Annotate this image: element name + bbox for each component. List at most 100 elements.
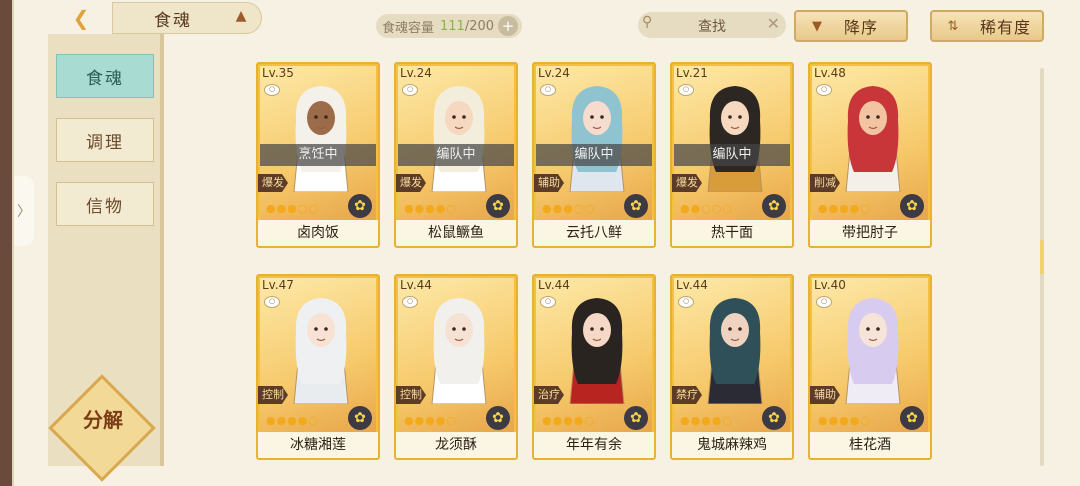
role-badge: 爆发	[396, 174, 426, 192]
star-rating: ●●●○○	[266, 202, 319, 215]
level-label: Lv.44	[538, 278, 570, 292]
character-name: 卤肉饭	[258, 220, 378, 246]
food-soul-card[interactable]: Lv.44 ○ 治疗 ●●●●○ ✿ 年年有余	[532, 274, 656, 460]
status-badge: 编队中	[674, 144, 790, 166]
osmanthus-icon: ✿	[486, 194, 510, 218]
tab-cooking[interactable]: 调理	[56, 118, 154, 162]
hat-icon[interactable]: ▲	[230, 8, 252, 24]
level-label: Lv.44	[676, 278, 708, 292]
status-badge: 烹饪中	[260, 144, 376, 166]
character-figure-icon	[569, 298, 625, 404]
character-figure-icon	[431, 298, 487, 404]
osmanthus-icon: ✿	[762, 406, 786, 430]
star-rating: ●●●●○	[542, 414, 595, 427]
star-rating: ●●●●○	[818, 202, 871, 215]
role-badge: 辅助	[810, 386, 840, 404]
character-figure-icon	[293, 86, 349, 192]
food-soul-card[interactable]: Lv.44 ○ 控制 ●●●●○ ✿ 龙须酥	[394, 274, 518, 460]
star-rating: ●●●●○	[404, 202, 457, 215]
sort-rarity-button[interactable]: ⇅ 稀有度	[930, 10, 1044, 42]
character-name: 鬼城麻辣鸡	[672, 432, 792, 458]
capacity-add-button[interactable]: +	[498, 16, 518, 36]
capacity-display: 食魂容量 111 /200 +	[376, 14, 522, 38]
character-name: 带把肘子	[810, 220, 930, 246]
scrollbar-thumb[interactable]	[1040, 240, 1044, 274]
star-rating: ●●○○○	[680, 202, 733, 215]
osmanthus-icon: ✿	[900, 406, 924, 430]
pin-icon[interactable]: ○	[402, 296, 418, 308]
pin-icon[interactable]: ○	[678, 84, 694, 96]
role-badge: 爆发	[672, 174, 702, 192]
level-label: Lv.21	[676, 66, 708, 80]
level-label: Lv.24	[400, 66, 432, 80]
level-label: Lv.35	[262, 66, 294, 80]
character-name: 年年有余	[534, 432, 654, 458]
level-label: Lv.48	[814, 66, 846, 80]
tab-keepsake[interactable]: 信物	[56, 182, 154, 226]
food-soul-card[interactable]: Lv.40 ○ 辅助 ●●●●○ ✿ 桂花酒	[808, 274, 932, 460]
character-figure-icon	[431, 86, 487, 192]
food-soul-card[interactable]: Lv.21 ○ 编队中 爆发 ●●○○○ ✿ 热干面	[670, 62, 794, 248]
tab-food-soul[interactable]: 食魂	[56, 54, 154, 98]
osmanthus-icon: ✿	[348, 406, 372, 430]
food-soul-card[interactable]: Lv.35 ○ 烹饪中 爆发 ●●●○○ ✿ 卤肉饭	[256, 62, 380, 248]
level-label: Lv.44	[400, 278, 432, 292]
star-rating: ●●●●○	[266, 414, 319, 427]
pin-icon[interactable]: ○	[402, 84, 418, 96]
food-soul-card[interactable]: Lv.48 ○ 削减 ●●●●○ ✿ 带把肘子	[808, 62, 932, 248]
back-chevron-icon[interactable]: ❮	[58, 4, 104, 32]
star-rating: ●●●●○	[404, 414, 457, 427]
capacity-used: 111	[440, 18, 465, 34]
role-badge: 控制	[258, 386, 288, 404]
food-soul-card[interactable]: Lv.24 ○ 编队中 辅助 ●●●○○ ✿ 云托八鲜	[532, 62, 656, 248]
character-figure-icon	[845, 298, 901, 404]
page-title: 食魂	[154, 11, 192, 31]
osmanthus-icon: ✿	[762, 194, 786, 218]
sort-arrow-icon: ▼	[812, 18, 822, 34]
pin-icon[interactable]: ○	[816, 84, 832, 96]
sort-descending-label: 降序	[844, 18, 879, 37]
character-figure-icon	[845, 86, 901, 192]
level-label: Lv.47	[262, 278, 294, 292]
sidebar: 食魂 调理 信物 分解	[48, 34, 164, 482]
role-badge: 禁疗	[672, 386, 702, 404]
close-icon[interactable]: ✕	[767, 14, 780, 33]
sort-descending-button[interactable]: ▼ 降序	[794, 10, 908, 42]
level-label: Lv.40	[814, 278, 846, 292]
character-name: 冰糖湘莲	[258, 432, 378, 458]
rarity-icon: ⇅	[947, 18, 959, 34]
level-label: Lv.24	[538, 66, 570, 80]
pin-icon[interactable]: ○	[678, 296, 694, 308]
character-name: 龙须酥	[396, 432, 516, 458]
character-figure-icon	[707, 298, 763, 404]
osmanthus-icon: ✿	[624, 406, 648, 430]
character-name: 云托八鲜	[534, 220, 654, 246]
role-badge: 削减	[810, 174, 840, 192]
status-badge: 编队中	[536, 144, 652, 166]
pin-icon[interactable]: ○	[264, 84, 280, 96]
expand-handle-icon[interactable]: 〉	[14, 176, 34, 246]
search-placeholder: 查找	[698, 19, 726, 35]
star-rating: ●●●○○	[542, 202, 595, 215]
food-soul-card[interactable]: Lv.24 ○ 编队中 爆发 ●●●●○ ✿ 松鼠鳜鱼	[394, 62, 518, 248]
role-badge: 辅助	[534, 174, 564, 192]
pin-icon[interactable]: ○	[540, 296, 556, 308]
food-soul-card[interactable]: Lv.47 ○ 控制 ●●●●○ ✿ 冰糖湘莲	[256, 274, 380, 460]
osmanthus-icon: ✿	[486, 406, 510, 430]
pin-icon[interactable]: ○	[816, 296, 832, 308]
character-figure-icon	[707, 86, 763, 192]
character-figure-icon	[293, 298, 349, 404]
search-input[interactable]: ⚲ 查找 ✕	[638, 12, 786, 38]
status-badge: 编队中	[398, 144, 514, 166]
search-icon: ⚲	[642, 14, 653, 30]
star-rating: ●●●●○	[680, 414, 733, 427]
role-badge: 控制	[396, 386, 426, 404]
game-screen: ❮ 食魂 ▲ 食魂容量 111 /200 + ⚲ 查找 ✕ ▼ 降序 ⇅ 稀有度…	[12, 0, 1080, 486]
pin-icon[interactable]: ○	[540, 84, 556, 96]
decompose-label[interactable]: 分解	[66, 404, 140, 433]
capacity-total: /200	[464, 18, 495, 34]
pin-icon[interactable]: ○	[264, 296, 280, 308]
role-badge: 爆发	[258, 174, 288, 192]
osmanthus-icon: ✿	[900, 194, 924, 218]
food-soul-card[interactable]: Lv.44 ○ 禁疗 ●●●●○ ✿ 鬼城麻辣鸡	[670, 274, 794, 460]
